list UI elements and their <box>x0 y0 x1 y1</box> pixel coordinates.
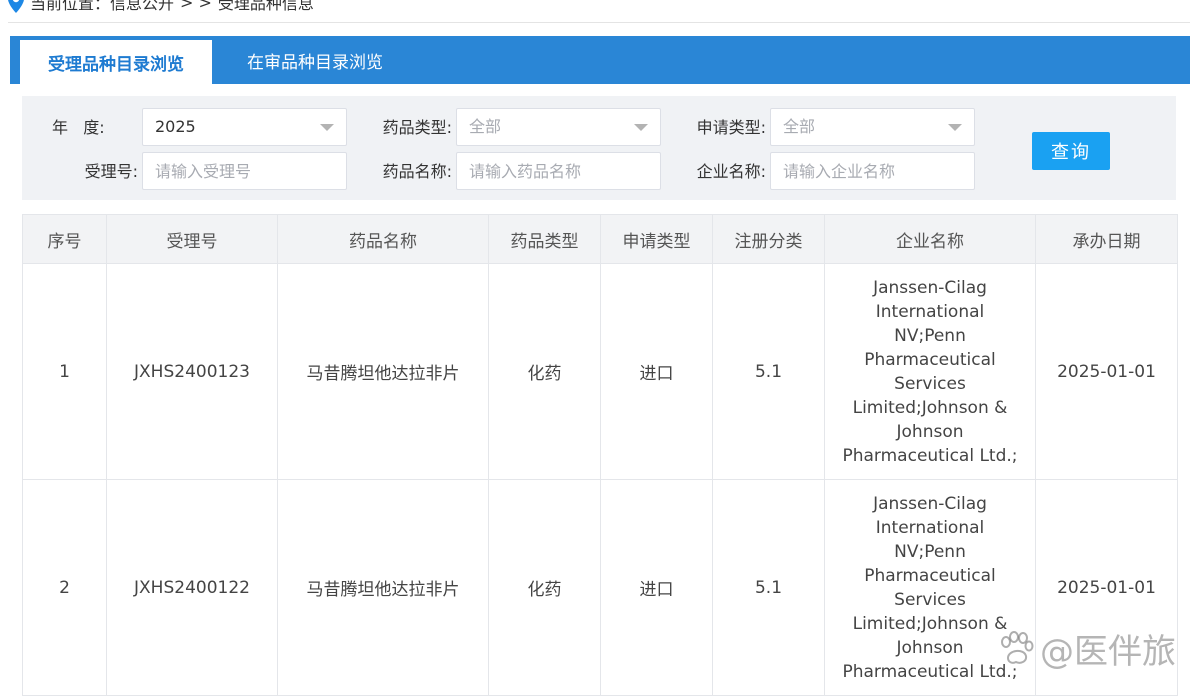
drug-type-select-value: 全部 <box>469 117 502 136</box>
paw-icon <box>1001 631 1034 664</box>
cell-reg-class: 5.1 <box>712 263 825 480</box>
company-line: International <box>875 517 985 538</box>
col-header-accept-no: 受理号 <box>106 214 278 264</box>
breadcrumb-prefix[interactable]: 当前位置：信息公开 <box>30 0 174 14</box>
cell-accept-no: JXHS2400123 <box>106 263 278 480</box>
breadcrumb-current: 受理品种信息 <box>217 0 314 13</box>
drug-name-input[interactable] <box>469 153 649 189</box>
drug-type-label: 药品类型: <box>382 118 452 137</box>
col-header-reg-class: 注册分类 <box>712 214 825 264</box>
col-header-date: 承办日期 <box>1035 214 1178 264</box>
cell-apply-type: 进口 <box>600 263 713 480</box>
chevron-down-icon <box>948 124 962 131</box>
watermark-text: @医伴旅 <box>1040 631 1176 672</box>
breadcrumb-divider <box>8 22 1190 23</box>
company-line: Janssen-Cilag <box>873 277 987 298</box>
accept-no-label: 受理号: <box>84 162 138 181</box>
cell-drug-type: 化药 <box>488 263 601 480</box>
cell-index: 2 <box>22 479 107 696</box>
cell-company: Janssen-Cilag International NV;Penn Phar… <box>824 263 1036 480</box>
query-button[interactable]: 查询 <box>1032 132 1110 170</box>
drug-type-select[interactable]: 全部 <box>456 108 661 146</box>
company-line: International <box>875 301 985 322</box>
cell-index: 1 <box>22 263 107 480</box>
col-header-apply-type: 申请类型 <box>600 214 713 264</box>
apply-type-select-value: 全部 <box>783 117 816 136</box>
location-pin-icon <box>8 0 24 13</box>
cell-drug-type: 化药 <box>488 479 601 696</box>
cell-drug-name: 马昔腾坦他达拉非片 <box>277 263 489 480</box>
col-header-drug-type: 药品类型 <box>488 214 601 264</box>
col-header-index: 序号 <box>22 214 107 264</box>
company-input[interactable] <box>783 153 963 189</box>
company-line: Pharmaceutical <box>864 349 996 370</box>
tab-under-review-catalog[interactable]: 在审品种目录浏览 <box>212 36 418 84</box>
company-label: 企业名称: <box>696 162 766 181</box>
cell-drug-name: 马昔腾坦他达拉非片 <box>277 479 489 696</box>
table-row: 1 JXHS2400123 马昔腾坦他达拉非片 化药 进口 5.1 Jansse… <box>22 263 1178 480</box>
year-select[interactable]: 2025 <box>142 108 347 146</box>
col-header-company: 企业名称 <box>824 214 1036 264</box>
breadcrumb: 当前位置：信息公开 > > 受理品种信息 <box>8 0 314 13</box>
tab-bar: 受理品种目录浏览 在审品种目录浏览 <box>10 36 1190 84</box>
cell-accept-no: JXHS2400122 <box>106 479 278 696</box>
company-line: Services <box>894 589 966 610</box>
cell-reg-class: 5.1 <box>712 479 825 696</box>
filter-panel: 年 度: 2025 药品类型: 全部 申请类型: 全部 受理号: 药品名称: 企… <box>22 96 1176 200</box>
table-header-row: 序号 受理号 药品名称 药品类型 申请类型 注册分类 企业名称 承办日期 <box>22 214 1178 264</box>
company-line: Pharmaceutical Ltd.; <box>842 445 1018 466</box>
company-line: NV;Penn <box>894 325 966 346</box>
cell-apply-type: 进口 <box>600 479 713 696</box>
company-line: Services <box>894 373 966 394</box>
year-label: 年 度: <box>52 118 105 137</box>
company-line: Pharmaceutical <box>864 565 996 586</box>
drug-name-label: 药品名称: <box>382 162 452 181</box>
company-line: Johnson <box>896 421 964 442</box>
year-select-value: 2025 <box>155 117 196 136</box>
cell-date: 2025-01-01 <box>1035 263 1178 480</box>
company-line: Limited;Johnson & <box>852 397 1008 418</box>
accept-no-field[interactable] <box>142 152 347 190</box>
chevron-down-icon <box>634 124 648 131</box>
col-header-drug-name: 药品名称 <box>277 214 489 264</box>
apply-type-select[interactable]: 全部 <box>770 108 975 146</box>
company-line: Janssen-Cilag <box>873 493 987 514</box>
accept-no-input[interactable] <box>155 153 335 189</box>
company-line: NV;Penn <box>894 541 966 562</box>
company-field[interactable] <box>770 152 975 190</box>
watermark: @医伴旅 <box>996 624 1176 672</box>
tab-accepted-catalog[interactable]: 受理品种目录浏览 <box>20 40 212 84</box>
drug-name-field[interactable] <box>456 152 661 190</box>
breadcrumb-separator: > > <box>180 0 212 12</box>
apply-type-label: 申请类型: <box>696 118 766 137</box>
chevron-down-icon <box>320 124 334 131</box>
